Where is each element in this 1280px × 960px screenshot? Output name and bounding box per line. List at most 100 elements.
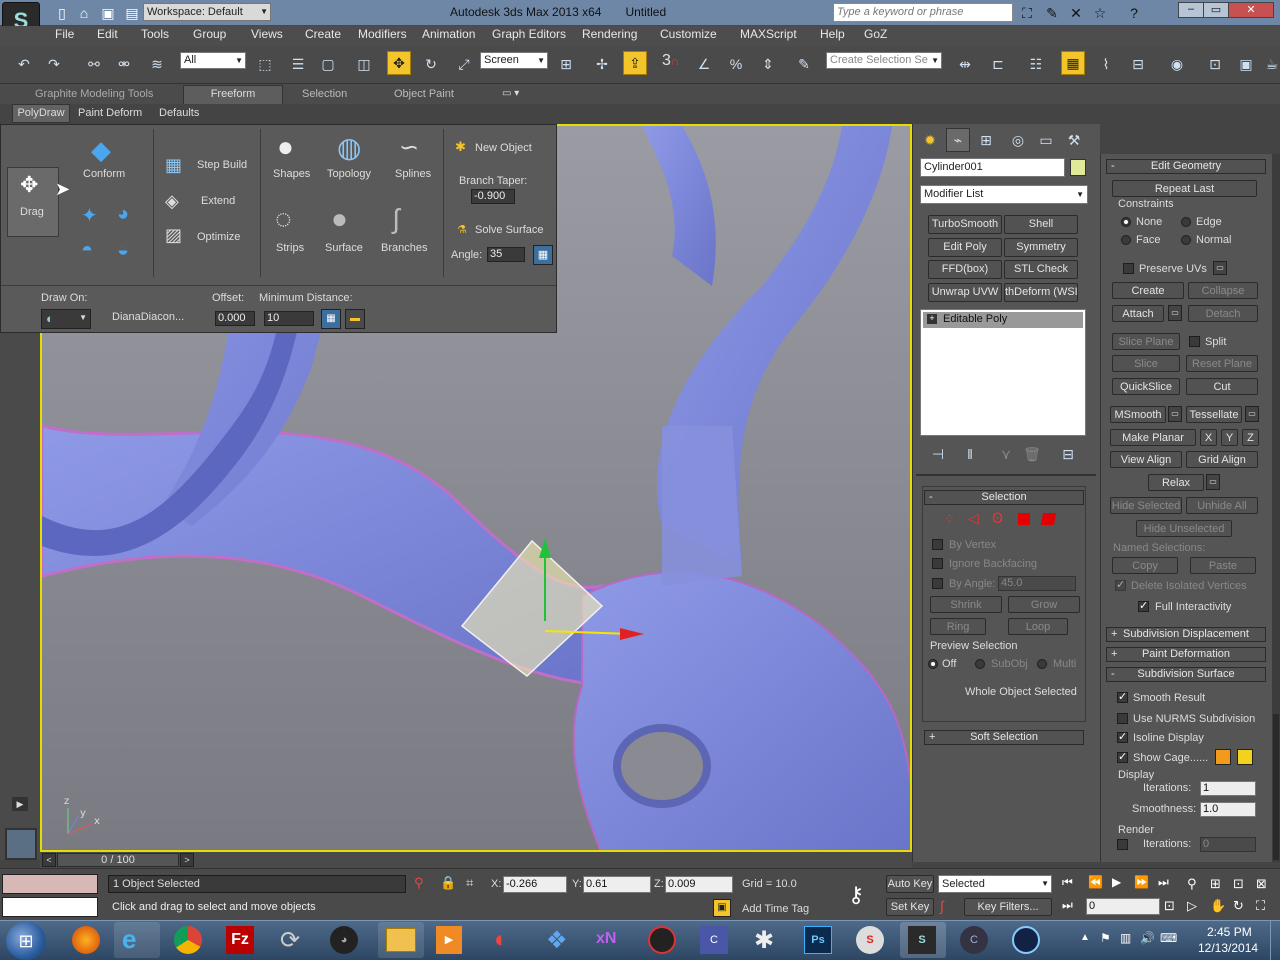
- keyboard-shortcut-icon[interactable]: ⇪: [623, 51, 647, 75]
- slice-button[interactable]: Slice: [1112, 355, 1180, 372]
- conform-button[interactable]: Conform: [83, 168, 125, 180]
- menu-edit[interactable]: Edit: [97, 27, 118, 41]
- edge-mode-icon[interactable]: ◁: [968, 510, 979, 527]
- z-coord-field[interactable]: 0.009: [665, 876, 733, 893]
- create-button[interactable]: Create: [1112, 282, 1184, 299]
- constraint-face-radio[interactable]: [1121, 235, 1131, 245]
- edit-named-selection-icon[interactable]: ✎: [792, 52, 816, 76]
- taskbar-photoshop[interactable]: Ps: [796, 922, 842, 958]
- project-icon[interactable]: ▤: [120, 1, 144, 25]
- tray-clock-date[interactable]: 12/13/2014: [1198, 941, 1258, 955]
- taskbar-app2[interactable]: C: [952, 922, 998, 958]
- tray-network-icon[interactable]: ▥: [1120, 931, 1131, 945]
- by-vertex-checkbox[interactable]: [932, 539, 943, 550]
- set-key-mode-icon[interactable]: ⚷: [848, 882, 864, 908]
- taskbar-alienware[interactable]: ◕: [322, 922, 368, 958]
- undo-icon[interactable]: ↶: [12, 52, 36, 76]
- view-align-button[interactable]: View Align: [1110, 451, 1182, 468]
- paste-button[interactable]: Paste: [1190, 557, 1256, 574]
- tray-arrow-icon[interactable]: ▲: [1080, 932, 1090, 943]
- new-file-icon[interactable]: ▯: [50, 1, 74, 25]
- reset-plane-button[interactable]: Reset Plane: [1186, 355, 1258, 372]
- workspace-dropdown[interactable]: Workspace: Default ▼: [143, 3, 271, 21]
- add-time-tag-button[interactable]: Add Time Tag: [742, 903, 809, 915]
- pin-stack-icon[interactable]: ⊣: [926, 442, 950, 466]
- preview-multi-radio[interactable]: [1037, 659, 1047, 669]
- modifier-list-dropdown[interactable]: Modifier List ▼: [920, 185, 1088, 204]
- menu-help[interactable]: Help: [820, 27, 845, 41]
- turbosmooth-button[interactable]: TurboSmooth: [928, 215, 1002, 234]
- make-planar-z-button[interactable]: Z: [1242, 429, 1259, 446]
- selection-lock-icon[interactable]: 🔒: [440, 875, 456, 891]
- taskbar-dropbox[interactable]: ❖: [536, 922, 582, 958]
- subdiv-surface-header[interactable]: - Subdivision Surface: [1106, 667, 1266, 682]
- taskbar-app[interactable]: ⟳: [270, 922, 316, 958]
- make-planar-button[interactable]: Make Planar: [1110, 429, 1196, 446]
- taskbar-firefox[interactable]: [64, 922, 110, 958]
- next-frame-icon[interactable]: >: [180, 853, 194, 867]
- zoom-all-icon[interactable]: ⊞: [1210, 876, 1221, 892]
- graphite-toggle-icon[interactable]: ▦: [1061, 51, 1085, 75]
- edit-geometry-scrollbar[interactable]: [1272, 154, 1280, 862]
- tessellate-settings-icon[interactable]: ▭: [1245, 406, 1259, 422]
- draw-on-dropdown[interactable]: ◐ ▼: [41, 309, 91, 329]
- maximize-viewport-icon[interactable]: ⛶: [1256, 898, 1265, 914]
- hide-selected-button[interactable]: Hide Selected: [1110, 497, 1182, 514]
- make-planar-x-button[interactable]: X: [1200, 429, 1217, 446]
- menu-views[interactable]: Views: [251, 27, 283, 41]
- copy-button[interactable]: Copy: [1112, 557, 1178, 574]
- full-interactivity-checkbox[interactable]: [1138, 599, 1149, 612]
- smoothness-spinner[interactable]: 1.0: [1200, 802, 1256, 817]
- constraint-normal-radio[interactable]: [1181, 235, 1191, 245]
- prev-frame-icon[interactable]: <: [42, 853, 56, 867]
- ring-button[interactable]: Ring: [930, 618, 986, 635]
- go-to-end-icon[interactable]: ⏭: [1158, 875, 1169, 890]
- repeat-last-button[interactable]: Repeat Last: [1112, 180, 1257, 197]
- extend-button[interactable]: Extend: [201, 195, 235, 207]
- vertex-mode-icon[interactable]: ⁘: [944, 511, 955, 527]
- relax-settings-icon[interactable]: ▭: [1206, 474, 1220, 490]
- menu-customize[interactable]: Customize: [660, 27, 717, 41]
- screen-distance-icon[interactable]: ▦: [321, 309, 341, 329]
- make-planar-y-button[interactable]: Y: [1221, 429, 1238, 446]
- binoculars-icon[interactable]: ⛶: [1015, 1, 1039, 25]
- conform-tool1-icon[interactable]: ✦: [81, 203, 98, 228]
- taskbar-ie[interactable]: e: [114, 922, 160, 958]
- bind-spacewarp-icon[interactable]: ≋: [145, 52, 169, 76]
- taskbar-ccleaner[interactable]: ◐: [484, 922, 530, 958]
- x-coord-field[interactable]: -0.266: [503, 876, 567, 893]
- cage-color-swatch-2[interactable]: [1237, 749, 1253, 765]
- by-angle-spinner[interactable]: 45.0: [998, 576, 1076, 591]
- open-file-icon[interactable]: ⌂: [72, 1, 96, 25]
- taskbar-explorer[interactable]: [378, 922, 424, 958]
- taskbar-xnview[interactable]: xN: [588, 922, 634, 958]
- unhide-all-button[interactable]: Unhide All: [1186, 497, 1258, 514]
- key-filters-button[interactable]: Key Filters...: [964, 898, 1052, 916]
- time-tag-icon[interactable]: ▣: [713, 899, 731, 917]
- motion-tab-icon[interactable]: ◎: [1006, 128, 1030, 152]
- taskbar-media[interactable]: ▶: [428, 922, 474, 958]
- conform-tool2-icon[interactable]: ◕: [117, 203, 129, 226]
- tessellate-button[interactable]: Tessellate: [1186, 406, 1242, 423]
- maxscript-listener-pink[interactable]: [2, 874, 98, 894]
- viewcube-tile[interactable]: [5, 828, 37, 860]
- select-object-icon[interactable]: ⬚: [253, 52, 277, 76]
- shrink-button[interactable]: Shrink: [930, 596, 1002, 613]
- utilities-tab-icon[interactable]: ⚒: [1062, 128, 1086, 152]
- msmooth-settings-icon[interactable]: ▭: [1168, 406, 1182, 422]
- hide-unselected-button[interactable]: Hide Unselected: [1136, 520, 1232, 537]
- zoom-extents-icon[interactable]: ⊡: [1233, 876, 1244, 892]
- menu-goz[interactable]: GoZ: [864, 27, 887, 41]
- topology-button[interactable]: Topology: [327, 168, 371, 180]
- taskbar-zbrush[interactable]: ✱: [744, 922, 790, 958]
- next-key-icon[interactable]: ⏩: [1134, 875, 1149, 889]
- surface-button[interactable]: Surface: [325, 242, 363, 254]
- make-unique-icon[interactable]: ⋎: [994, 442, 1018, 466]
- cut-button[interactable]: Cut: [1186, 378, 1258, 395]
- select-manipulate-icon[interactable]: ✢: [590, 52, 614, 76]
- delete-isolated-checkbox[interactable]: [1115, 578, 1126, 591]
- show-cage-checkbox[interactable]: [1117, 750, 1128, 763]
- quickslice-button[interactable]: QuickSlice: [1112, 378, 1180, 395]
- angle-snap-icon[interactable]: ∠: [692, 52, 716, 76]
- border-mode-icon[interactable]: Ꙩ: [992, 510, 1003, 527]
